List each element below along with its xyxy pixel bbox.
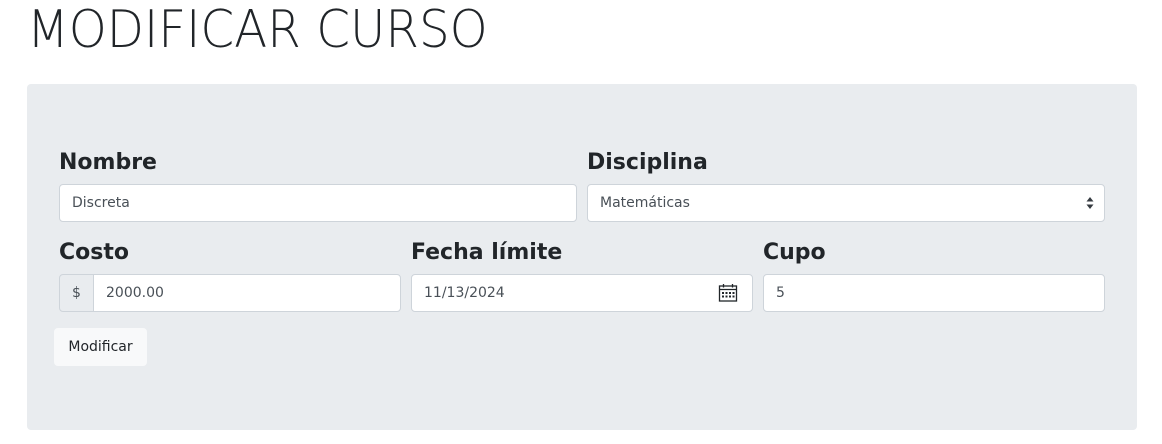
nombre-label: Nombre — [59, 150, 157, 175]
calendar-icon[interactable] — [718, 283, 738, 303]
form-panel — [27, 84, 1137, 430]
costo-input[interactable]: 2000.00 — [93, 274, 401, 312]
cupo-label: Cupo — [763, 240, 826, 265]
disciplina-select[interactable]: Matemáticas — [587, 184, 1105, 222]
fecha-limite-label: Fecha límite — [411, 240, 563, 265]
currency-prefix: $ — [59, 274, 94, 312]
disciplina-selected-value: Matemáticas — [600, 195, 690, 211]
costo-label: Costo — [59, 240, 129, 265]
fecha-limite-input[interactable]: 11/13/2024 — [411, 274, 753, 312]
cupo-value: 5 — [776, 285, 785, 301]
nombre-input[interactable]: Discreta — [59, 184, 577, 222]
nombre-value: Discreta — [72, 195, 130, 211]
disciplina-label: Disciplina — [587, 150, 708, 175]
costo-value: 2000.00 — [106, 285, 164, 301]
fecha-limite-value: 11/13/2024 — [424, 285, 505, 301]
modificar-button[interactable]: Modificar — [54, 328, 147, 366]
page-title: MODIFICAR CURSO — [27, 0, 488, 60]
select-arrows-icon — [1086, 197, 1094, 209]
cupo-input[interactable]: 5 — [763, 274, 1105, 312]
